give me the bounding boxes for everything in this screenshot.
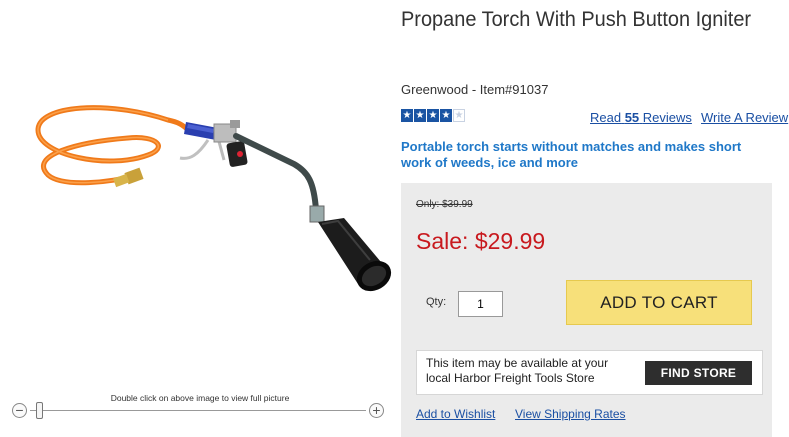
star-icon: ★ [427, 109, 439, 122]
review-count: 55 [624, 110, 640, 125]
quantity-input[interactable] [458, 291, 503, 317]
product-tagline: Portable torch starts without matches an… [401, 139, 742, 170]
sale-price: Sale: $29.99 [416, 228, 546, 254]
star-empty-icon: ★ [453, 109, 465, 122]
store-availability-text: This item may be available at your local… [426, 356, 609, 385]
star-icon: ★ [414, 109, 426, 122]
zoom-slider-track[interactable] [30, 410, 366, 411]
zoom-in-button[interactable]: + [369, 403, 384, 418]
product-image[interactable] [18, 100, 398, 310]
zoom-hint: Double click on above image to view full… [110, 393, 290, 403]
write-review-link[interactable]: Write A Review [701, 110, 788, 125]
star-icon: ★ [440, 109, 452, 122]
read-reviews-link[interactable]: Read 55 Reviews [590, 110, 692, 125]
brand-item-number: Greenwood - Item#91037 [401, 82, 549, 97]
product-title: Propane Torch With Push Button Igniter [401, 8, 752, 31]
view-shipping-rates-link[interactable]: View Shipping Rates [515, 407, 626, 421]
propane-torch-image [35, 105, 392, 292]
zoom-slider-handle[interactable] [36, 402, 43, 419]
quantity-label: Qty: [426, 296, 447, 308]
zoom-out-button[interactable]: − [12, 403, 27, 418]
star-rating: ★ ★ ★ ★ ★ [401, 109, 465, 123]
read-reviews-suffix: Reviews [642, 110, 692, 125]
add-to-cart-button[interactable]: ADD TO CART [566, 280, 752, 325]
was-price: Only: $39.99 [416, 199, 473, 210]
find-store-button[interactable]: FIND STORE [645, 361, 752, 385]
read-reviews-prefix: Read [590, 110, 622, 125]
plus-icon: + [372, 402, 381, 418]
star-icon: ★ [401, 109, 413, 122]
minus-icon: − [15, 402, 24, 418]
add-to-wishlist-link[interactable]: Add to Wishlist [416, 407, 495, 421]
